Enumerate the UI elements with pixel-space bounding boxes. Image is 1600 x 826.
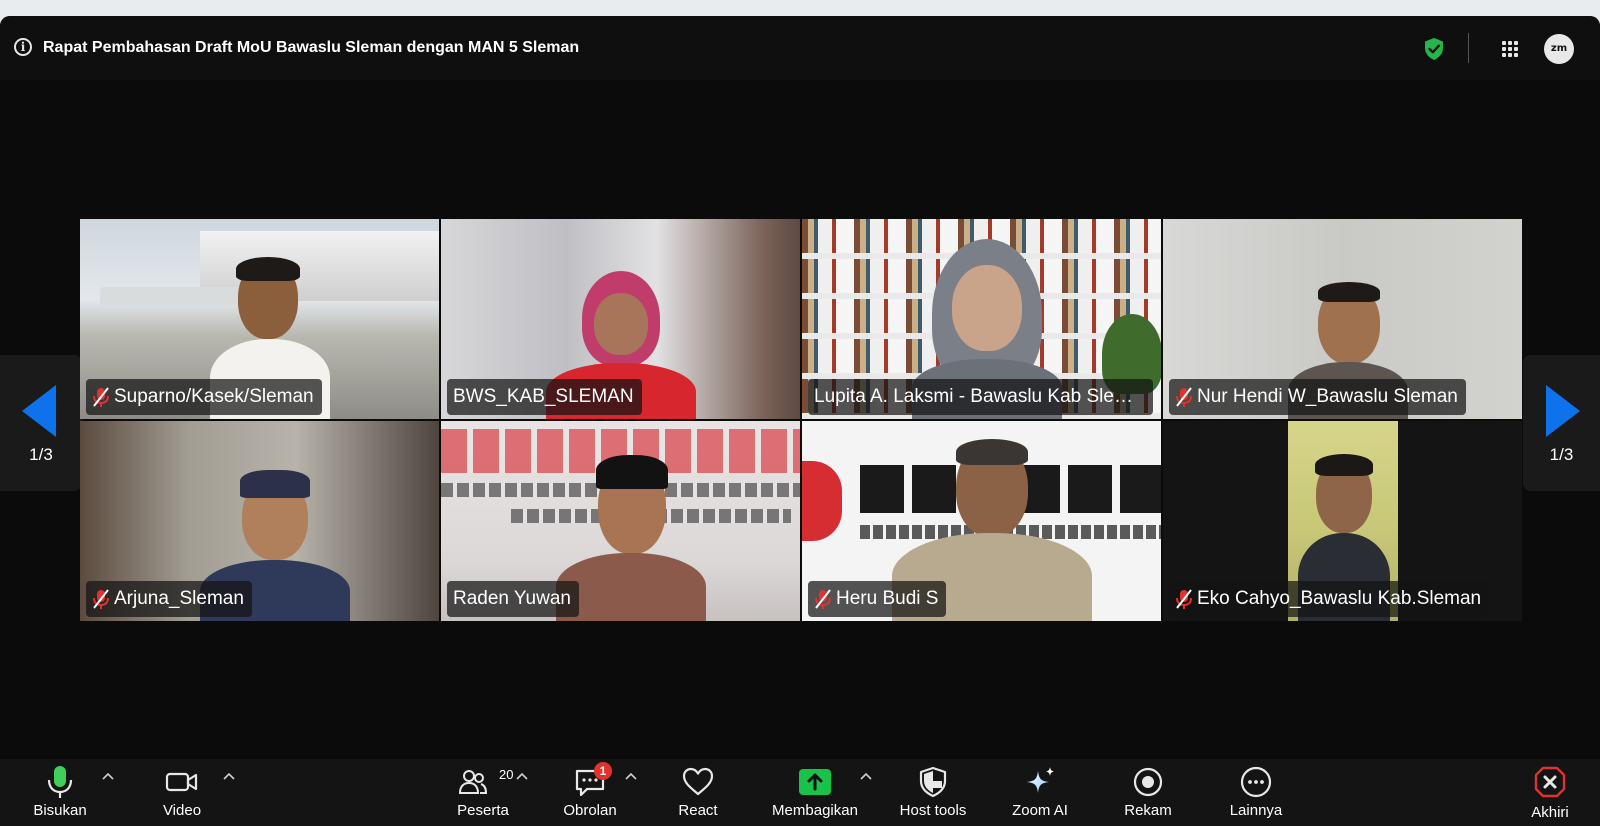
participants-label: Peserta: [457, 802, 509, 819]
host-tools-label: Host tools: [899, 802, 967, 819]
end-meeting-icon: [1534, 766, 1566, 798]
prev-page-panel[interactable]: 1/3: [0, 355, 82, 491]
mute-button[interactable]: Bisukan: [20, 759, 100, 826]
zoom-ai-label: Zoom AI: [1012, 802, 1068, 819]
zoom-logo[interactable]: zm: [1544, 34, 1574, 64]
participant-name: Lupita A. Laksmi - Bawaslu Kab Slem...: [814, 386, 1145, 407]
muted-mic-icon: [1176, 387, 1192, 407]
muted-mic-icon: [1176, 589, 1192, 609]
info-icon[interactable]: i: [14, 38, 32, 56]
muted-mic-icon: [93, 589, 109, 609]
heart-icon: [682, 767, 714, 796]
meeting-title: Rapat Pembahasan Draft MoU Bawaslu Slema…: [43, 39, 580, 56]
meeting-topbar: i Rapat Pembahasan Draft MoU Bawaslu Sle…: [0, 16, 1600, 80]
video-tile[interactable]: Suparno/Kasek/Sleman: [80, 219, 439, 419]
arrow-left-icon[interactable]: [22, 385, 58, 437]
participant-name-tag: Nur Hendi W_Bawaslu Sleman: [1169, 379, 1466, 415]
end-meeting-button[interactable]: Akhiri: [1510, 759, 1590, 826]
topbar-divider: [1468, 33, 1469, 63]
video-tile[interactable]: Eko Cahyo_Bawaslu Kab.Sleman: [1163, 421, 1522, 621]
video-tile-active-speaker[interactable]: Raden Yuwan: [441, 421, 800, 621]
more-icon: [1240, 766, 1272, 798]
muted-mic-icon: [815, 589, 831, 609]
logo-red-shape: [802, 461, 842, 541]
next-page-panel[interactable]: 1/3: [1523, 355, 1600, 491]
participant-name: Raden Yuwan: [453, 588, 571, 609]
participant-name: Heru Budi S: [836, 588, 939, 609]
chevron-up-icon[interactable]: [101, 771, 115, 781]
chat-button[interactable]: 1 Obrolan: [550, 759, 630, 826]
participant-name-tag: Eko Cahyo_Bawaslu Kab.Sleman: [1169, 581, 1490, 617]
end-label: Akhiri: [1531, 804, 1569, 821]
record-button[interactable]: Rekam: [1108, 759, 1188, 826]
mute-label: Bisukan: [33, 802, 87, 819]
shield-icon: [919, 766, 947, 798]
share-screen-icon: [799, 769, 831, 795]
participant-name: Nur Hendi W_Bawaslu Sleman: [1197, 386, 1458, 407]
chevron-up-icon[interactable]: [222, 771, 236, 781]
video-gallery: Suparno/Kasek/Sleman BWS_KAB_SLEMAN Lupi…: [80, 219, 1524, 623]
chevron-up-icon[interactable]: [859, 771, 873, 781]
video-camera-icon: [165, 772, 198, 792]
share-label: Membagikan: [772, 802, 858, 819]
participant-name-tag: Heru Budi S: [808, 581, 947, 617]
video-label: Video: [162, 802, 202, 819]
record-icon: [1133, 767, 1163, 797]
chevron-up-icon[interactable]: [515, 771, 529, 781]
video-tile[interactable]: Arjuna_Sleman: [80, 421, 439, 621]
video-button[interactable]: Video: [142, 759, 222, 826]
more-button[interactable]: Lainnya: [1216, 759, 1296, 826]
participant-name-tag: Lupita A. Laksmi - Bawaslu Kab Slem...: [808, 379, 1153, 415]
meeting-toolbar: Bisukan Video 20 Peserta 1 Obrolan React…: [0, 759, 1600, 826]
participant-name-tag: Raden Yuwan: [447, 581, 579, 617]
muted-mic-icon: [93, 387, 109, 407]
host-tools-button[interactable]: Host tools: [887, 759, 979, 826]
react-button[interactable]: React: [658, 759, 738, 826]
video-tile[interactable]: Lupita A. Laksmi - Bawaslu Kab Slem...: [802, 219, 1161, 419]
participant-name-tag: BWS_KAB_SLEMAN: [447, 379, 642, 415]
participant-name: Suparno/Kasek/Sleman: [114, 386, 314, 407]
meeting-window: i Rapat Pembahasan Draft MoU Bawaslu Sle…: [0, 16, 1600, 826]
chat-unread-badge: 1: [594, 762, 612, 780]
arrow-right-icon[interactable]: [1544, 385, 1580, 437]
microphone-icon: [47, 766, 73, 798]
participants-count: 20: [499, 767, 514, 782]
sparkle-icon: [1027, 767, 1054, 793]
video-tile[interactable]: BWS_KAB_SLEMAN: [441, 219, 800, 419]
record-label: Rekam: [1124, 802, 1172, 819]
grid-icon[interactable]: [1502, 41, 1518, 57]
chat-label: Obrolan: [563, 802, 617, 819]
participant-name-tag: Arjuna_Sleman: [86, 581, 252, 617]
participant-name: BWS_KAB_SLEMAN: [453, 386, 634, 407]
chevron-up-icon[interactable]: [624, 771, 638, 781]
shield-check-icon[interactable]: [1423, 37, 1445, 61]
participants-button[interactable]: 20 Peserta: [443, 759, 523, 826]
video-tile[interactable]: Heru Budi S: [802, 421, 1161, 621]
participant-name-tag: Suparno/Kasek/Sleman: [86, 379, 322, 415]
share-screen-button[interactable]: Membagikan: [763, 759, 867, 826]
react-label: React: [678, 802, 718, 819]
participant-name: Arjuna_Sleman: [114, 588, 244, 609]
participant-name: Eko Cahyo_Bawaslu Kab.Sleman: [1197, 588, 1482, 609]
zoom-ai-button[interactable]: Zoom AI: [995, 759, 1085, 826]
page-indicator-right: 1/3: [1549, 445, 1574, 464]
video-tile[interactable]: Nur Hendi W_Bawaslu Sleman: [1163, 219, 1522, 419]
more-label: Lainnya: [1229, 802, 1283, 819]
participants-icon: [458, 770, 488, 794]
page-indicator-left: 1/3: [29, 445, 53, 464]
